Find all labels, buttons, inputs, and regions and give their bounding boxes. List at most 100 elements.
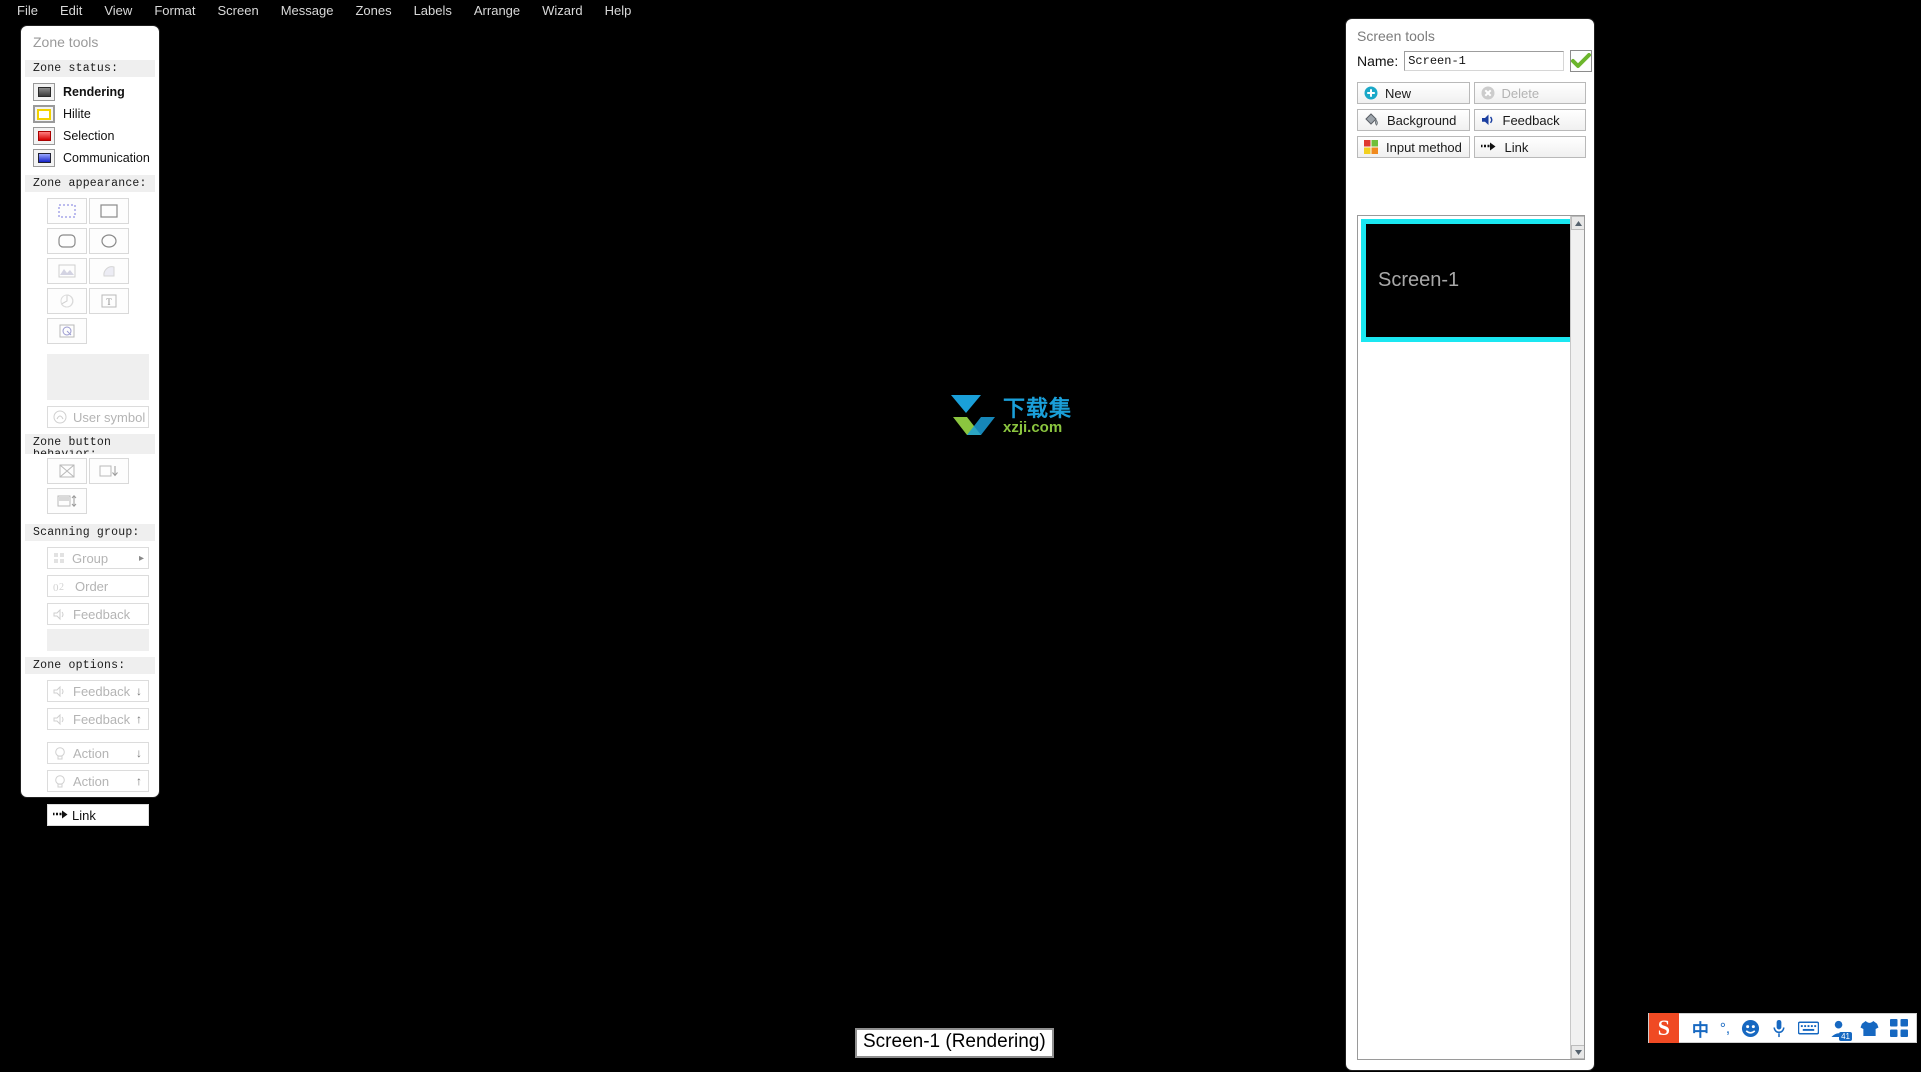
zone-status-communication[interactable]: Communication bbox=[21, 147, 159, 169]
thumbnail-scrollbar[interactable] bbox=[1570, 216, 1584, 1059]
menu-item-view[interactable]: View bbox=[93, 3, 143, 18]
plus-circle-icon bbox=[1364, 86, 1378, 100]
order-number-icon: 02 bbox=[53, 582, 64, 593]
cross-box-button[interactable] bbox=[47, 458, 87, 484]
image-zone-button[interactable] bbox=[47, 318, 87, 344]
scanning-group-group-button[interactable]: Group ▸ bbox=[47, 547, 149, 569]
shirt-icon[interactable] bbox=[1860, 1020, 1879, 1037]
zone-button-buttons bbox=[21, 454, 159, 518]
chevron-right-icon: ▸ bbox=[138, 552, 144, 564]
confirm-name-button[interactable] bbox=[1570, 50, 1593, 72]
menu-item-message[interactable]: Message bbox=[270, 3, 345, 18]
zone-appearance-buttons: T bbox=[21, 196, 159, 348]
new-screen-button[interactable]: New bbox=[1357, 82, 1470, 104]
input-method-label: Input method bbox=[1386, 139, 1462, 155]
shaded-corner-button[interactable] bbox=[89, 258, 129, 284]
screen-thumbnail-label: Screen-1 bbox=[1378, 269, 1460, 291]
punctuation-icon[interactable]: °, bbox=[1720, 1020, 1730, 1037]
scroll-down-icon bbox=[1574, 1049, 1582, 1055]
zone-options-label: Zone options: bbox=[25, 657, 155, 674]
download-arrow-icon bbox=[951, 395, 995, 435]
scroll-down-button[interactable] bbox=[1571, 1045, 1584, 1059]
lightbulb-icon bbox=[55, 775, 65, 788]
cross-box-icon bbox=[59, 464, 75, 478]
delete-screen-label: Delete bbox=[1501, 85, 1540, 101]
menu-item-edit[interactable]: Edit bbox=[49, 3, 93, 18]
speaker-icon bbox=[1481, 114, 1492, 125]
emoji-icon[interactable] bbox=[1741, 1019, 1760, 1038]
zone-options-action-down-button[interactable]: Action ↓ bbox=[47, 742, 149, 764]
new-screen-label: New bbox=[1385, 85, 1412, 101]
scroll-up-button[interactable] bbox=[1571, 216, 1584, 230]
menu-item-format[interactable]: Format bbox=[143, 3, 206, 18]
keyboard-icon[interactable] bbox=[1798, 1020, 1819, 1036]
zone-status-hilite[interactable]: Hilite bbox=[21, 103, 159, 125]
microphone-icon[interactable] bbox=[1771, 1019, 1787, 1038]
menu-item-file[interactable]: File bbox=[6, 3, 49, 18]
box-down-arrow-icon bbox=[99, 465, 118, 477]
user-badge: 41 bbox=[1839, 1031, 1852, 1041]
user-symbol-button[interactable]: User symbol bbox=[47, 406, 149, 428]
selection-swatch-icon bbox=[33, 127, 55, 145]
zone-status-selection[interactable]: Selection bbox=[21, 125, 159, 147]
watermark-cn: 下载集 bbox=[1003, 395, 1073, 421]
zone-status-rendering[interactable]: Rendering bbox=[21, 81, 159, 103]
screen-name-input[interactable] bbox=[1404, 51, 1565, 71]
solid-rectangle-button[interactable] bbox=[89, 198, 129, 224]
sogou-logo-icon[interactable]: S bbox=[1648, 1013, 1679, 1043]
menu-item-help[interactable]: Help bbox=[594, 3, 643, 18]
pie-shape-button[interactable] bbox=[47, 288, 87, 314]
zone-appearance-label: Zone appearance: bbox=[25, 175, 155, 192]
scanning-group-order-button[interactable]: 02 Order bbox=[47, 575, 149, 597]
zone-status-communication-label: Communication bbox=[63, 151, 150, 165]
screen-feedback-button[interactable]: Feedback bbox=[1473, 109, 1586, 131]
screen-thumbnail-item[interactable]: Screen-1 bbox=[1361, 219, 1584, 342]
screen-name-row: Name: bbox=[1346, 50, 1594, 72]
zone-options-link-button[interactable]: Link bbox=[47, 804, 149, 826]
lightbulb-icon bbox=[55, 747, 65, 760]
scanning-group-order-label: Order bbox=[75, 578, 109, 594]
screen-thumbnail-preview[interactable]: Screen-1 bbox=[1361, 219, 1584, 342]
image-button[interactable] bbox=[47, 258, 87, 284]
menu-item-arrange[interactable]: Arrange bbox=[463, 3, 531, 18]
speaker-icon bbox=[53, 713, 64, 725]
box-updown-arrow-button[interactable] bbox=[47, 488, 87, 514]
zone-status-hilite-label: Hilite bbox=[63, 107, 91, 121]
box-down-arrow-button[interactable] bbox=[89, 458, 129, 484]
svg-text:2: 2 bbox=[59, 582, 64, 593]
zone-status-rendering-label: Rendering bbox=[63, 85, 125, 99]
menu-item-labels[interactable]: Labels bbox=[403, 3, 463, 18]
menu-item-wizard[interactable]: Wizard bbox=[531, 3, 593, 18]
menu-item-zones[interactable]: Zones bbox=[344, 3, 402, 18]
user-icon[interactable]: 41 bbox=[1830, 1019, 1852, 1041]
user-symbol-label: User symbol bbox=[73, 409, 146, 425]
zone-options-action-up-button[interactable]: Action ↑ bbox=[47, 770, 149, 792]
watermark-text: 下载集 xzji.com bbox=[1003, 395, 1073, 435]
zone-options-feedback-down-button[interactable]: Feedback ↓ bbox=[47, 680, 149, 702]
input-method-button[interactable]: Input method bbox=[1357, 136, 1470, 158]
chinese-mode-icon[interactable]: 中 bbox=[1692, 1016, 1709, 1041]
zone-options-link-label: Link bbox=[72, 807, 96, 823]
rounded-rectangle-icon bbox=[58, 234, 76, 248]
status-label: Screen-1 (Rendering) bbox=[855, 1028, 1054, 1058]
dashed-rectangle-button[interactable] bbox=[47, 198, 87, 224]
menu-item-screen[interactable]: Screen bbox=[206, 3, 269, 18]
zone-options-feedback-up-button[interactable]: Feedback ↑ bbox=[47, 708, 149, 730]
ellipse-icon bbox=[101, 234, 117, 248]
ellipse-button[interactable] bbox=[89, 228, 129, 254]
arrow-up-icon: ↑ bbox=[136, 774, 142, 788]
screen-name-label: Name: bbox=[1357, 53, 1399, 69]
zone-options-action-up-label: Action bbox=[73, 773, 110, 789]
system-tray: S 中 °, 41 bbox=[1647, 1013, 1917, 1043]
text-zone-button[interactable]: T bbox=[89, 288, 129, 314]
speaker-icon bbox=[53, 608, 64, 620]
scanning-group-feedback-button[interactable]: Feedback bbox=[47, 603, 149, 625]
color-squares-icon bbox=[1364, 140, 1378, 154]
delete-screen-button[interactable]: Delete bbox=[1473, 82, 1586, 104]
menu-bar: File Edit View Format Screen Message Zon… bbox=[0, 0, 1921, 21]
speaker-icon bbox=[53, 685, 64, 697]
app-grid-icon[interactable] bbox=[1890, 1019, 1908, 1037]
screen-link-button[interactable]: Link bbox=[1473, 136, 1586, 158]
background-button[interactable]: Background bbox=[1357, 109, 1470, 131]
rounded-rectangle-button[interactable] bbox=[47, 228, 87, 254]
